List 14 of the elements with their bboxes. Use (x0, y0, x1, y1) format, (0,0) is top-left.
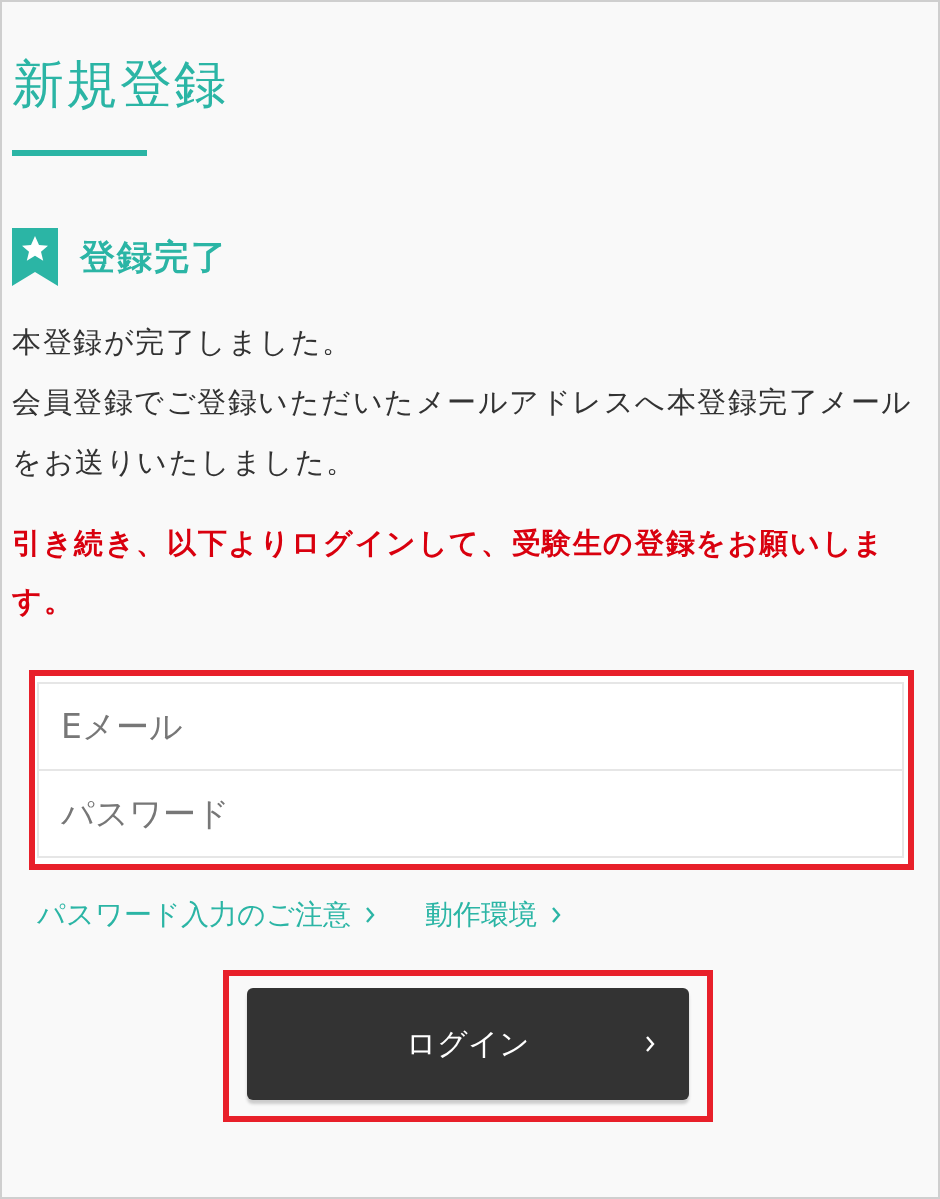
section-heading: 登録完了 (80, 235, 228, 279)
chevron-right-icon (551, 906, 561, 924)
body-text: 会員登録でご登録いただいたメールアドレスへ本登録完了メールをお送りいたしました。 (12, 384, 914, 481)
chevron-right-icon (365, 906, 375, 924)
input-field[interactable]: Eメール (37, 682, 904, 771)
text-link[interactable]: パスワード入力のご注意 (37, 896, 375, 934)
bookmark-star-icon (12, 228, 58, 286)
text-link[interactable]: 動作環境 (425, 896, 561, 934)
notice-text: 引き続き、以下よりログインして、受験生の登録をお願いします。 (12, 525, 886, 620)
page-title: 新規登録 (12, 53, 229, 116)
body-text: 本登録が完了しました。 (12, 324, 354, 361)
login-button[interactable]: ログイン (247, 988, 689, 1100)
chevron-right-icon (645, 1035, 655, 1053)
input-field[interactable]: パスワード (37, 769, 904, 858)
